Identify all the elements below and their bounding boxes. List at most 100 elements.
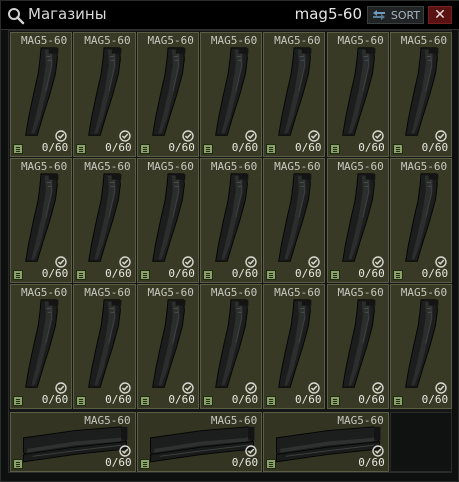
document-icon[interactable] bbox=[266, 270, 277, 280]
item-cell[interactable]: MAG5-60 0/60 bbox=[73, 284, 136, 409]
document-icon[interactable] bbox=[329, 270, 340, 280]
item-ammo-count: 0/60 bbox=[168, 393, 195, 406]
document-icon[interactable] bbox=[202, 270, 213, 280]
document-icon[interactable] bbox=[266, 459, 277, 469]
item-cell[interactable]: MAG5-60 0/60 bbox=[136, 32, 199, 157]
item-name: MAG5-60 bbox=[20, 286, 68, 299]
item-name: MAG5-60 bbox=[400, 286, 448, 299]
item-name: MAG5-60 bbox=[84, 286, 131, 299]
item-ammo-count: 0/60 bbox=[105, 141, 132, 154]
magazine-icon bbox=[215, 47, 249, 136]
document-icon[interactable] bbox=[13, 144, 23, 154]
item-name: MAG5-60 bbox=[20, 160, 68, 173]
item-ammo-count: 0/60 bbox=[231, 141, 259, 154]
item-ammo-count: 0/60 bbox=[358, 393, 385, 406]
item-name: MAG5-60 bbox=[210, 160, 258, 173]
magazine-icon bbox=[25, 47, 59, 136]
document-icon[interactable] bbox=[266, 396, 277, 406]
document-icon[interactable] bbox=[139, 270, 150, 280]
item-name: MAG5-60 bbox=[20, 34, 68, 47]
document-icon[interactable] bbox=[266, 144, 277, 154]
item-ammo-count: 0/60 bbox=[105, 456, 132, 469]
document-icon[interactable] bbox=[139, 396, 150, 406]
item-ammo-count: 0/60 bbox=[231, 267, 259, 280]
document-icon[interactable] bbox=[76, 270, 87, 280]
item-cell[interactable]: MAG5-60 0/60 bbox=[73, 32, 136, 157]
item-name: MAG5-60 bbox=[84, 160, 131, 173]
document-icon[interactable] bbox=[392, 144, 403, 154]
item-cell[interactable]: MAG5-60 0/60 bbox=[389, 32, 453, 157]
magazine-icon bbox=[88, 47, 122, 136]
document-icon[interactable] bbox=[13, 270, 23, 280]
item-cell[interactable]: MAG5-60 0/60 bbox=[389, 158, 453, 283]
document-icon[interactable] bbox=[76, 144, 87, 154]
document-icon[interactable] bbox=[202, 396, 213, 406]
document-icon[interactable] bbox=[76, 396, 87, 406]
magazine-icon bbox=[341, 173, 375, 262]
item-cell[interactable]: MAG5-60 0/60 bbox=[389, 284, 453, 409]
magazine-icon bbox=[278, 299, 312, 388]
magazine-icon bbox=[88, 299, 122, 388]
item-cell[interactable]: MAG5-60 0/60 bbox=[263, 412, 389, 472]
sort-label: SORT bbox=[390, 8, 421, 22]
item-name: MAG5-60 bbox=[337, 286, 384, 299]
item-ammo-count: 0/60 bbox=[421, 267, 449, 280]
document-icon[interactable] bbox=[202, 144, 213, 154]
magazine-icon bbox=[404, 173, 439, 262]
magazine-icon bbox=[341, 47, 375, 136]
item-ammo-count: 0/60 bbox=[294, 393, 322, 406]
item-cell[interactable]: MAG5-60 0/60 bbox=[10, 284, 73, 409]
item-ammo-count: 0/60 bbox=[41, 393, 69, 406]
search-icon[interactable] bbox=[7, 7, 25, 25]
document-icon[interactable] bbox=[329, 144, 340, 154]
magazine-icon bbox=[151, 47, 185, 136]
magazine-icon bbox=[215, 173, 249, 262]
items-grid: MAG5-60 0/60 MAG5-60 0/60 MAG5-60 0/60 M… bbox=[8, 30, 453, 473]
item-cell[interactable]: MAG5-60 0/60 bbox=[10, 412, 136, 472]
document-icon[interactable] bbox=[13, 396, 23, 406]
item-ammo-count: 0/60 bbox=[231, 456, 259, 469]
document-icon[interactable] bbox=[139, 459, 150, 469]
item-cell[interactable]: MAG5-60 0/60 bbox=[136, 412, 263, 472]
item-cell[interactable]: MAG5-60 0/60 bbox=[199, 284, 263, 409]
item-cell[interactable]: MAG5-60 0/60 bbox=[263, 32, 326, 157]
item-ammo-count: 0/60 bbox=[421, 141, 449, 154]
item-cell[interactable]: MAG5-60 0/60 bbox=[136, 158, 199, 283]
item-ammo-count: 0/60 bbox=[294, 141, 322, 154]
document-icon[interactable] bbox=[392, 270, 403, 280]
magazine-icon bbox=[25, 173, 59, 262]
item-ammo-count: 0/60 bbox=[41, 267, 69, 280]
stash-window: Магазины mag5-60 SORT ✕ MAG5-60 0/60 MAG… bbox=[0, 0, 459, 482]
item-cell[interactable]: MAG5-60 0/60 bbox=[326, 32, 389, 157]
item-ammo-count: 0/60 bbox=[358, 456, 385, 469]
search-filter-value[interactable]: mag5-60 bbox=[295, 5, 362, 23]
magazine-icon bbox=[278, 173, 312, 262]
close-button[interactable]: ✕ bbox=[428, 6, 452, 24]
item-name: MAG5-60 bbox=[147, 160, 194, 173]
item-cell[interactable]: MAG5-60 0/60 bbox=[199, 32, 263, 157]
item-name: MAG5-60 bbox=[84, 414, 131, 427]
item-ammo-count: 0/60 bbox=[41, 141, 69, 154]
document-icon[interactable] bbox=[329, 396, 340, 406]
item-name: MAG5-60 bbox=[274, 160, 321, 173]
document-icon[interactable] bbox=[392, 396, 403, 406]
document-icon[interactable] bbox=[139, 144, 150, 154]
item-cell[interactable]: MAG5-60 0/60 bbox=[10, 158, 73, 283]
item-cell[interactable]: MAG5-60 0/60 bbox=[73, 158, 136, 283]
item-cell[interactable]: MAG5-60 0/60 bbox=[263, 158, 326, 283]
item-cell[interactable]: MAG5-60 0/60 bbox=[263, 284, 326, 409]
sort-button[interactable]: SORT bbox=[367, 6, 424, 24]
item-ammo-count: 0/60 bbox=[105, 393, 132, 406]
item-cell[interactable]: MAG5-60 0/60 bbox=[136, 284, 199, 409]
empty-slot[interactable] bbox=[389, 412, 453, 472]
item-cell[interactable]: MAG5-60 0/60 bbox=[199, 158, 263, 283]
item-ammo-count: 0/60 bbox=[168, 267, 195, 280]
item-cell[interactable]: MAG5-60 0/60 bbox=[326, 158, 389, 283]
magazine-icon bbox=[215, 299, 249, 388]
document-icon[interactable] bbox=[13, 459, 23, 469]
item-name: MAG5-60 bbox=[210, 286, 258, 299]
item-name: MAG5-60 bbox=[210, 414, 258, 427]
item-ammo-count: 0/60 bbox=[231, 393, 259, 406]
item-cell[interactable]: MAG5-60 0/60 bbox=[10, 32, 73, 157]
item-cell[interactable]: MAG5-60 0/60 bbox=[326, 284, 389, 409]
